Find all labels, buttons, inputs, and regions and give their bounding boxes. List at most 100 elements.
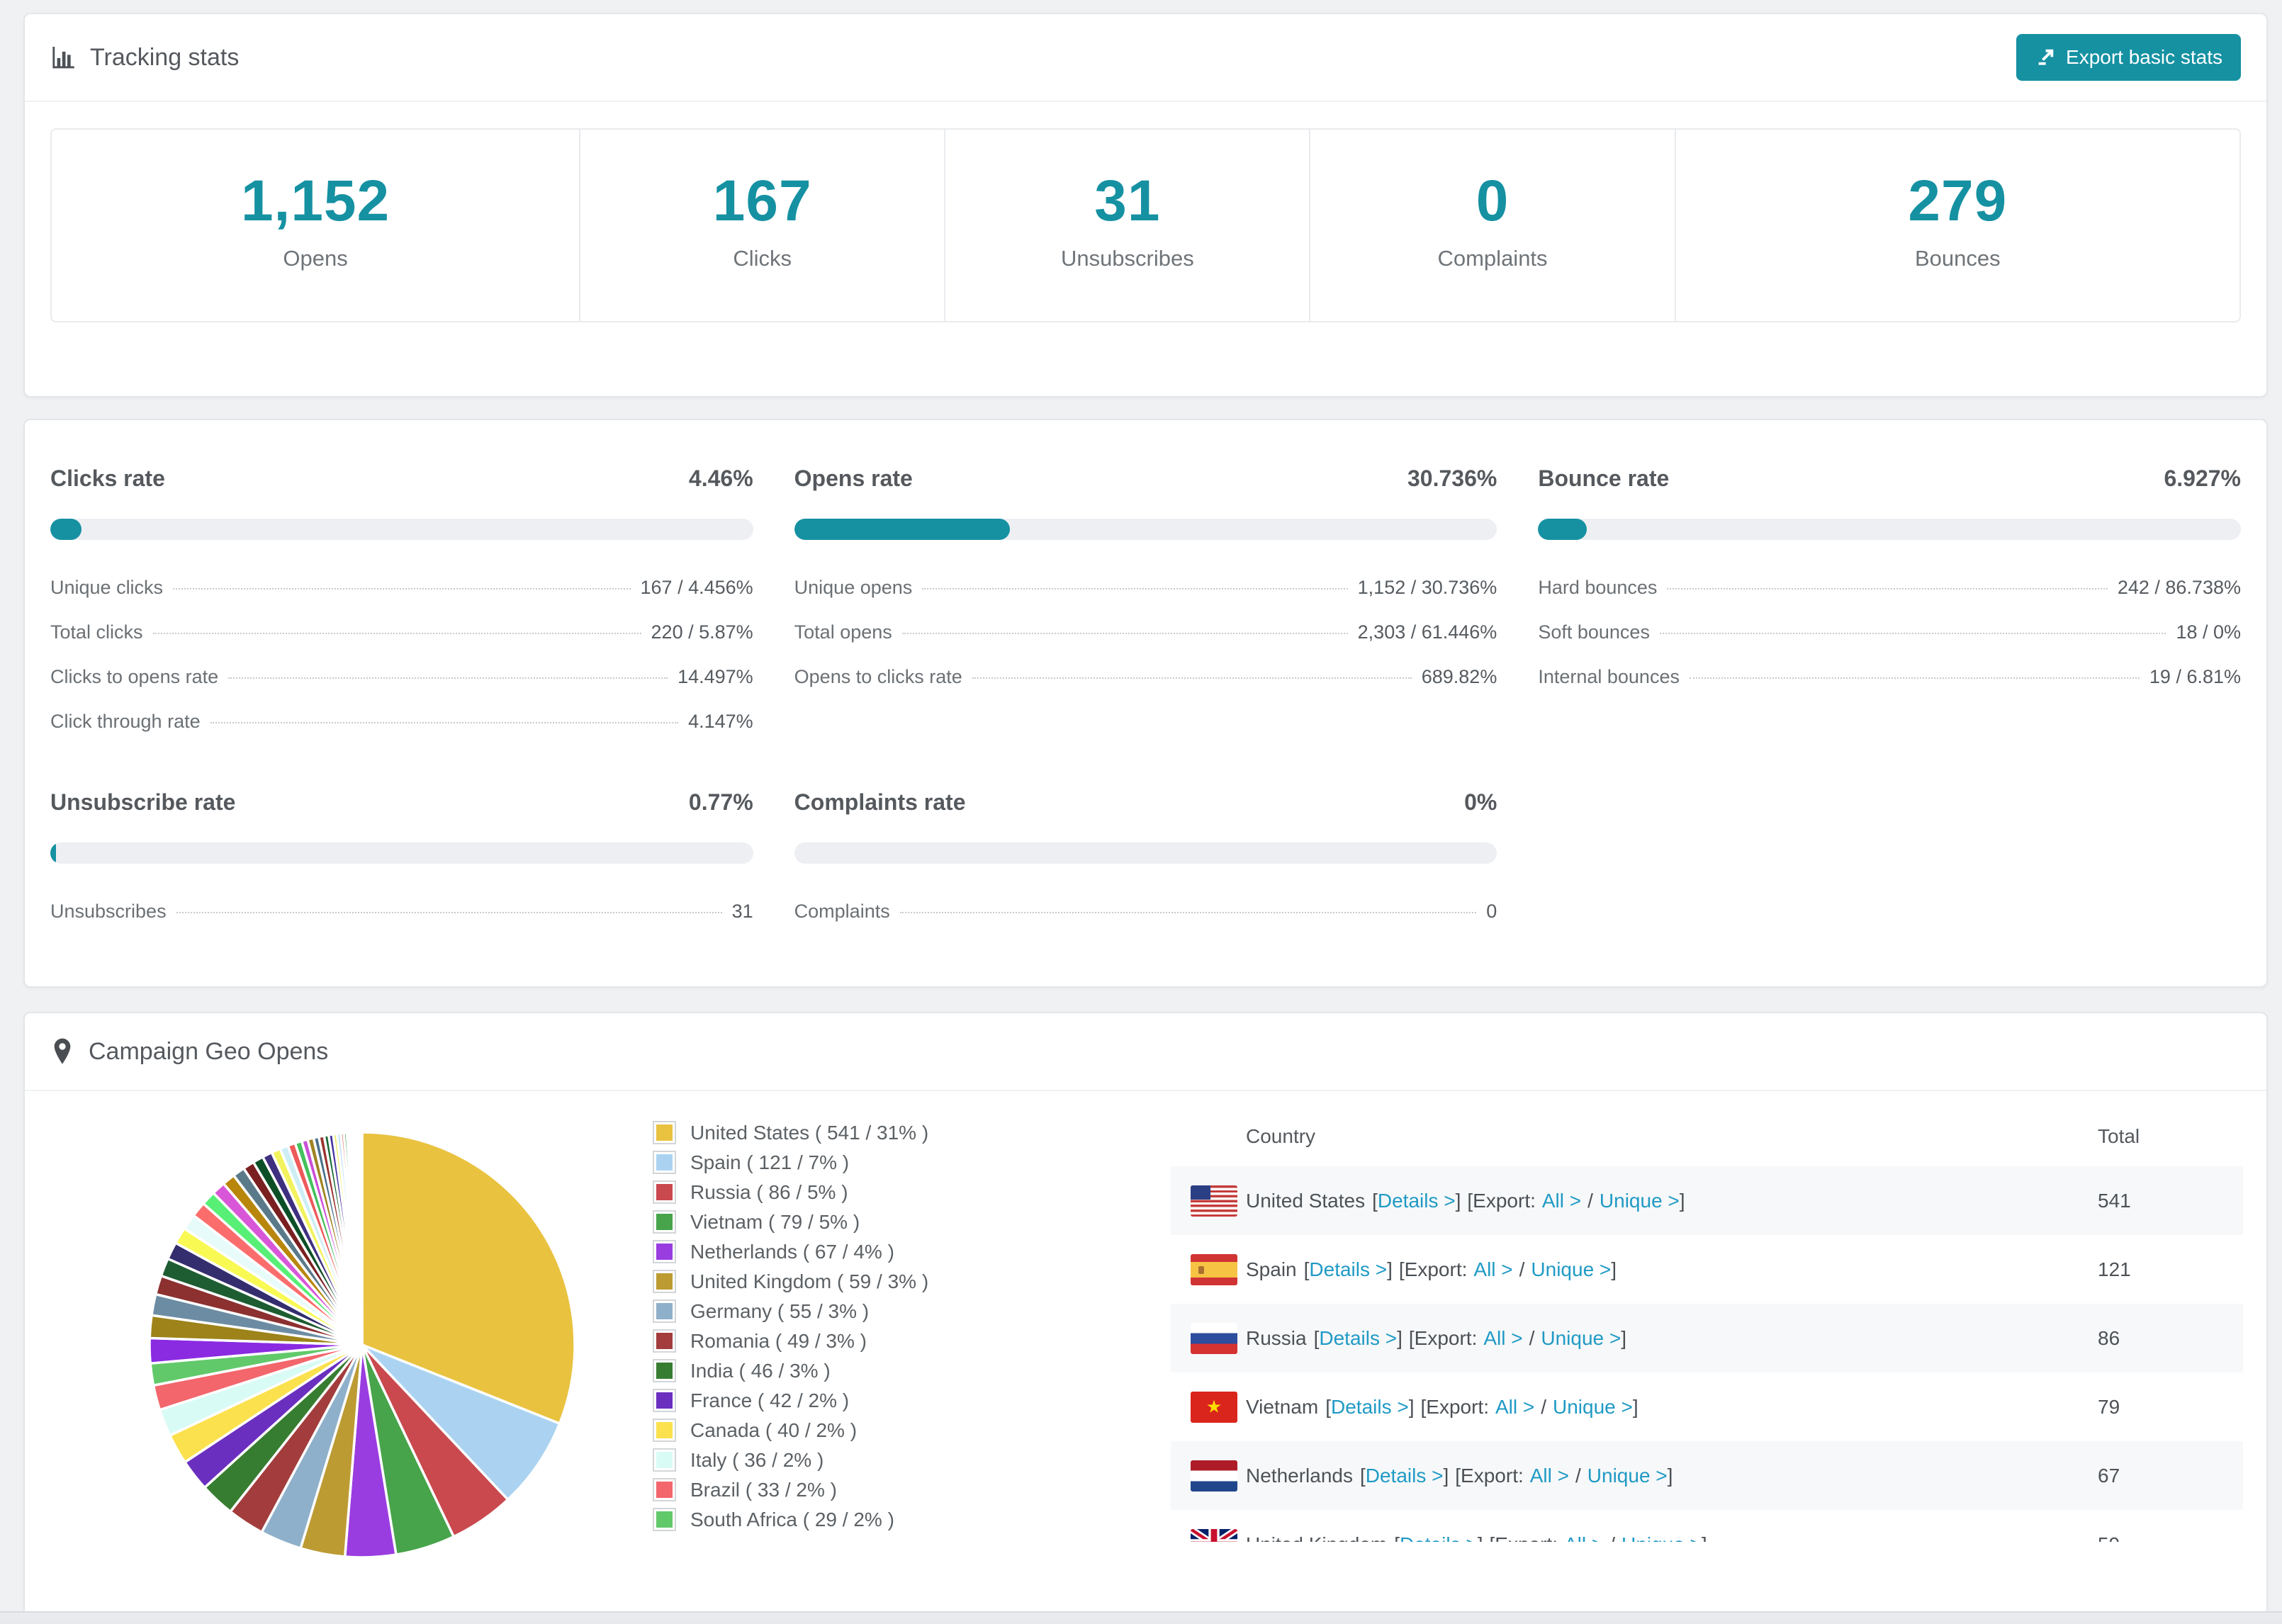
bracket-close: ] bbox=[1443, 1464, 1449, 1487]
legend-item: Canada ( 40 / 2% ) bbox=[653, 1419, 1149, 1442]
rates-grid: Clicks rate 4.46% Unique clicks 167 / 4.4… bbox=[50, 466, 2241, 923]
rate-detail-value: 2,303 / 61.446% bbox=[1357, 621, 1497, 643]
geo-opens-card: Campaign Geo Opens United States ( 541 /… bbox=[23, 1012, 2268, 1624]
rate-detail-rows: Unique clicks 167 / 4.456% Total clicks 220… bbox=[50, 577, 753, 733]
legend-item: United Kingdom ( 59 / 3% ) bbox=[653, 1270, 1149, 1293]
stat-box: 31 Unsubscribes bbox=[945, 130, 1311, 321]
rate-detail-row: Unique clicks 167 / 4.456% bbox=[50, 577, 753, 599]
export-unique-link[interactable]: Unique > bbox=[1621, 1533, 1702, 1543]
rate-header: Clicks rate 4.46% bbox=[50, 466, 753, 492]
legend-label: Vietnam ( 79 / 5% ) bbox=[690, 1210, 860, 1233]
rate-detail-label: Click through rate bbox=[50, 711, 201, 732]
rate-detail-label: Clicks to opens rate bbox=[50, 666, 219, 687]
rate-detail-value: 31 bbox=[731, 901, 753, 922]
export-all-link[interactable]: All > bbox=[1495, 1396, 1534, 1419]
bracket-close: ] bbox=[1679, 1189, 1685, 1212]
bracket-open: [ bbox=[1313, 1326, 1320, 1349]
legend-label: Netherlands ( 67 / 4% ) bbox=[690, 1240, 894, 1263]
export-all-link[interactable]: All > bbox=[1483, 1327, 1522, 1350]
bracket-open: [ bbox=[1394, 1533, 1400, 1543]
legend-item: Netherlands ( 67 / 4% ) bbox=[653, 1240, 1149, 1263]
country-name: United Kingdom bbox=[1246, 1533, 1387, 1543]
export-bracket-label: [Export: bbox=[1455, 1464, 1524, 1487]
bracket-open: [ bbox=[1359, 1464, 1366, 1487]
legend-swatch bbox=[653, 1180, 676, 1204]
rate-section: Complaints rate 0% Complaints 0 bbox=[794, 789, 1497, 923]
country-flag-icon bbox=[1191, 1322, 1237, 1354]
dotted-leader bbox=[899, 912, 1477, 913]
legend-label: Russia ( 86 / 5% ) bbox=[690, 1180, 848, 1203]
legend-swatch bbox=[653, 1419, 676, 1442]
rate-detail-label: Unique clicks bbox=[50, 577, 164, 598]
dotted-leader bbox=[1667, 588, 2108, 590]
progress-bar-fill bbox=[1538, 519, 1587, 540]
summary-stats-row: 1,152 Opens 167 Clicks 31 Unsubscribes 0… bbox=[50, 128, 2241, 322]
geo-table-clip: Country Total United States [ Details > bbox=[1171, 1108, 2243, 1542]
legend-item: Vietnam ( 79 / 5% ) bbox=[653, 1210, 1149, 1234]
stat-value: 0 bbox=[1476, 169, 1510, 233]
export-unique-link[interactable]: Unique > bbox=[1531, 1258, 1611, 1281]
legend-item: Russia ( 86 / 5% ) bbox=[653, 1180, 1149, 1204]
slash-separator: / bbox=[1541, 1395, 1547, 1418]
export-unique-link[interactable]: Unique > bbox=[1587, 1465, 1668, 1487]
country-name: Netherlands bbox=[1246, 1464, 1353, 1487]
legend-swatch bbox=[653, 1151, 676, 1174]
export-unique-link[interactable]: Unique > bbox=[1600, 1190, 1680, 1212]
export-all-link[interactable]: All > bbox=[1564, 1533, 1603, 1543]
rate-detail-row: Internal bounces 19 / 6.81% bbox=[1538, 666, 2241, 688]
country-name: United States bbox=[1246, 1189, 1366, 1212]
export-all-link[interactable]: All > bbox=[1542, 1190, 1581, 1212]
bracket-close: ] bbox=[1621, 1326, 1627, 1349]
rate-detail-label: Internal bounces bbox=[1538, 666, 1680, 687]
export-unique-link[interactable]: Unique > bbox=[1553, 1396, 1633, 1419]
map-pin-icon bbox=[50, 1037, 74, 1066]
export-all-link[interactable]: All > bbox=[1530, 1465, 1569, 1487]
legend-label: Spain ( 121 / 7% ) bbox=[690, 1151, 850, 1173]
geo-table-row: United States [ Details > ] [Export: All… bbox=[1171, 1166, 2243, 1235]
details-link[interactable]: Details > bbox=[1319, 1327, 1397, 1350]
progress-bar-track bbox=[794, 842, 1497, 864]
export-bracket-label: [Export: bbox=[1408, 1326, 1478, 1349]
rate-value: 0.77% bbox=[688, 789, 753, 815]
bracket-close: ] bbox=[1408, 1395, 1415, 1418]
rate-section: Clicks rate 4.46% Unique clicks 167 / 4.4… bbox=[50, 466, 753, 733]
details-link[interactable]: Details > bbox=[1400, 1533, 1478, 1543]
rate-value: 0% bbox=[1464, 789, 1497, 815]
dotted-leader bbox=[173, 588, 631, 590]
geo-table-header: Country Total bbox=[1171, 1108, 2243, 1166]
country-flag-icon bbox=[1191, 1528, 1237, 1542]
tracking-stats-card: Tracking stats Export basic stats 1,152 … bbox=[23, 13, 2268, 397]
total-cell: 121 bbox=[2098, 1258, 2131, 1280]
legend-swatch bbox=[653, 1329, 676, 1353]
details-link[interactable]: Details > bbox=[1378, 1190, 1456, 1212]
rate-section: Bounce rate 6.927% Hard bounces 242 / 86.… bbox=[1538, 466, 2241, 733]
export-button-label: Export basic stats bbox=[2066, 46, 2222, 68]
rate-detail-label: Unsubscribes bbox=[50, 901, 167, 922]
legend-label: Romania ( 49 / 3% ) bbox=[690, 1329, 867, 1352]
stat-box: 279 Bounces bbox=[1676, 130, 2239, 321]
country-cell: Vietnam [ Details > ] [Export: All > / U… bbox=[1191, 1391, 2098, 1423]
details-link[interactable]: Details > bbox=[1331, 1396, 1409, 1419]
export-all-link[interactable]: All > bbox=[1473, 1258, 1512, 1281]
bracket-close: ] bbox=[1611, 1258, 1617, 1280]
details-link[interactable]: Details > bbox=[1366, 1465, 1444, 1487]
bracket-open: [ bbox=[1372, 1189, 1378, 1212]
export-basic-stats-button[interactable]: Export basic stats bbox=[2016, 34, 2241, 81]
country-cell: United Kingdom [ Details > ] [Export: Al… bbox=[1191, 1528, 2098, 1543]
export-unique-link[interactable]: Unique > bbox=[1541, 1327, 1621, 1350]
stat-box: 0 Complaints bbox=[1310, 130, 1676, 321]
page-title: Tracking stats bbox=[90, 43, 240, 71]
bracket-close: ] bbox=[1397, 1326, 1403, 1349]
rate-header: Opens rate 30.736% bbox=[794, 466, 1497, 492]
rate-detail-row: Unsubscribes 31 bbox=[50, 901, 753, 923]
rate-detail-value: 220 / 5.87% bbox=[651, 621, 753, 643]
bar-chart-icon bbox=[50, 45, 76, 70]
legend-label: United States ( 541 / 31% ) bbox=[690, 1121, 929, 1144]
geo-table-row: Russia [ Details > ] [Export: All > / Un… bbox=[1171, 1304, 2243, 1372]
total-cell: 67 bbox=[2098, 1464, 2120, 1487]
progress-bar-track bbox=[1538, 519, 2241, 540]
details-link[interactable]: Details > bbox=[1309, 1258, 1387, 1281]
geo-table-row: United Kingdom [ Details > ] [Export: Al… bbox=[1171, 1510, 2243, 1542]
stat-value: 279 bbox=[1908, 169, 2008, 233]
dotted-leader bbox=[152, 633, 641, 634]
